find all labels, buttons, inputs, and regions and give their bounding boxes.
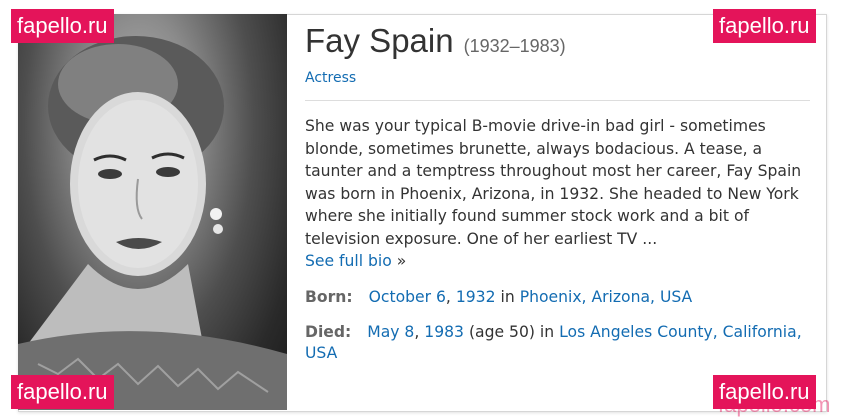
raquo-icon: » <box>396 252 407 270</box>
born-in: in <box>500 287 515 306</box>
divider <box>305 100 810 101</box>
profile-info: Fay Spain (1932–1983) Actress She was yo… <box>305 22 810 364</box>
bio-text: She was your typical B-movie drive-in ba… <box>305 115 810 273</box>
born-place-link[interactable]: Phoenix, Arizona, USA <box>520 288 693 306</box>
born-label: Born: <box>305 287 353 306</box>
profession-link[interactable]: Actress <box>305 70 810 86</box>
watermark-top-left: fapello.ru <box>11 9 114 43</box>
born-date-sep: , <box>445 287 451 306</box>
died-row: Died: May 8, 1983 (age 50) in Los Angele… <box>305 322 810 364</box>
life-years: (1932–1983) <box>463 36 566 56</box>
died-label: Died: <box>305 322 352 341</box>
person-name[interactable]: Fay Spain <box>305 22 454 60</box>
died-age: (age 50) in <box>468 322 555 341</box>
born-date-link[interactable]: October 6 <box>369 288 446 306</box>
died-date-link[interactable]: May 8 <box>367 323 414 341</box>
watermark-top-right: fapello.ru <box>713 9 816 43</box>
actress-photo[interactable] <box>18 14 287 410</box>
died-year-link[interactable]: 1983 <box>424 323 464 341</box>
watermark-bottom-right: fapello.ru <box>713 375 816 409</box>
died-date-sep: , <box>414 322 420 341</box>
born-year-link[interactable]: 1932 <box>456 288 496 306</box>
born-row: Born: October 6, 1932 in Phoenix, Arizon… <box>305 287 810 308</box>
bio-summary: She was your typical B-movie drive-in ba… <box>305 117 802 248</box>
watermark-bottom-left: fapello.ru <box>11 375 114 409</box>
see-full-bio-link[interactable]: See full bio <box>305 252 392 270</box>
